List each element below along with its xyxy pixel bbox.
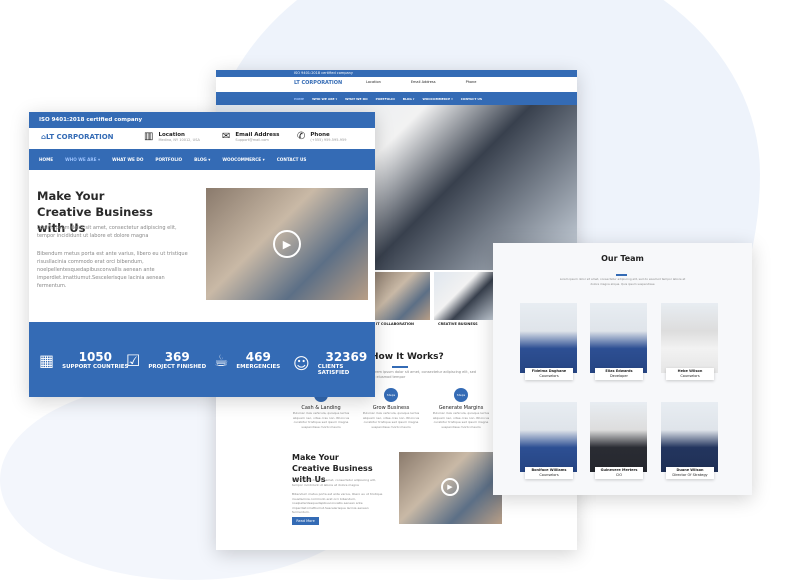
nav-who-we-are[interactable]: WHO WE ARE ▾ (65, 157, 100, 162)
stat-label: PROJECT FINISHED (148, 364, 207, 370)
divider (616, 274, 627, 276)
team-text: Lorem ipsum dolor sit amet, consectetur … (559, 277, 686, 286)
nav-who-we-are[interactable]: WHO WE ARE ▾ (312, 97, 337, 101)
stat-number: 1050 (78, 350, 112, 364)
stat-label: CLIENTS SATISFIED (317, 364, 350, 376)
video-thumbnail[interactable]: ▶ (399, 452, 502, 524)
phone-label: Phone (465, 80, 477, 84)
stats-bar: ▦ 1050 SUPPORT COUNTRIES ☑ 369 PROJECT FINIS… (29, 322, 375, 397)
envelope-icon: ✉ (222, 131, 231, 142)
team-section: Our Team Lorem ipsum dolor sit amet, con… (493, 243, 752, 495)
coffee-icon: ☕ (214, 350, 229, 370)
section-text: Bibendum metus porta est ante varius, li… (292, 492, 383, 514)
phone-value: (+555) 959-595-959 (310, 137, 347, 142)
stat-number: 32369 (325, 350, 368, 364)
member-photo (661, 303, 718, 373)
card-title: CREATIVE BUSINESS (438, 322, 478, 326)
step-badge: Steps (384, 388, 398, 402)
top-bar: ISO 9401:2018 certified company (216, 70, 577, 77)
video-thumbnail[interactable]: ▶ (206, 188, 368, 300)
stat-label: EMERGENCIES (236, 364, 281, 370)
nav-contact[interactable]: CONTACT US (461, 97, 482, 101)
member-photo (590, 303, 647, 373)
stat-number: 369 (164, 350, 190, 364)
nav-woocommerce[interactable]: WOOCOMMERCE ▾ (422, 97, 452, 101)
nav-home[interactable]: HOME (39, 157, 53, 162)
member-role: Developer (609, 374, 628, 378)
team-member[interactable]: Guinevere Merters CIO (590, 402, 647, 479)
team-member[interactable]: Boniface Williams Counselors (520, 402, 577, 479)
nav-bar: HOME WHO WE ARE ▾ WHAT WE DO PORTFOLIO B… (216, 92, 577, 105)
play-icon[interactable]: ▶ (273, 230, 301, 258)
calendar-icon: ▦ (39, 350, 55, 370)
stat-item: ☕ 469 EMERGENCIES (214, 350, 280, 370)
team-title: Our Team (601, 254, 644, 263)
stat-label: SUPPORT COUNTRIES (62, 364, 129, 370)
stat-item: ☑ 369 PROJECT FINISHED (126, 350, 206, 370)
step-text: Pulvinar duis vehicula, quisque lectus a… (432, 411, 490, 429)
member-photo (661, 402, 718, 472)
hero-text: Lorem ipsum dolor sit amet, consectetur … (37, 225, 177, 239)
team-member[interactable]: Elias Edwards Developer (590, 303, 647, 380)
nav-home[interactable]: HOME (294, 97, 304, 101)
step-text: Pulvinar duis vehicula, quisque lectus a… (362, 411, 420, 429)
nav-blog[interactable]: BLOG ▾ (403, 97, 415, 101)
member-role: Director Of Strategy (672, 473, 708, 477)
member-role: Counselors (539, 374, 559, 378)
step-badge: Steps (454, 388, 468, 402)
nav-what-we-do[interactable]: WHAT WE DO (112, 157, 143, 162)
hero-text: Bibendum metus porta est ante varius, li… (37, 251, 188, 289)
top-bar: ISO 9401:2018 certified company (29, 112, 375, 128)
header-email: ✉ Email Address Support@mail.com (222, 131, 279, 142)
card-image (372, 272, 430, 320)
section-text: Lorem ipsum dolor sit amet, consectetur … (292, 478, 376, 487)
how-text: Lorem ipsum dolor sit amet, consectetur … (371, 370, 476, 379)
stat-item: ☺ 32369 CLIENTS SATISFIED (293, 350, 375, 376)
logo[interactable]: ⌂LT CORPORATION (41, 133, 114, 141)
play-icon[interactable]: ▶ (441, 478, 459, 496)
nav-portfolio[interactable]: PORTFOLIO (155, 157, 182, 162)
location-label: Location (366, 80, 381, 84)
member-role: Counselors (680, 374, 700, 378)
stat-item: ▦ 1050 SUPPORT COUNTRIES (39, 350, 128, 370)
phone-icon: ✆ (297, 131, 306, 142)
member-role: Counselors (539, 473, 559, 477)
step: Steps Generate Margins Pulvinar duis vehic… (431, 388, 491, 429)
email-label: Email Address (235, 131, 280, 138)
site-preview-front: ISO 9401:2018 certified company ⌂LT CORP… (29, 112, 375, 397)
logo-text: LT CORPORATION (46, 133, 114, 141)
map-icon: ▥ (144, 131, 154, 142)
nav-what-we-do[interactable]: WHAT WE DO (345, 97, 367, 101)
stat-number: 469 (245, 350, 271, 364)
smile-icon: ☺ (293, 353, 310, 373)
card-image (434, 272, 496, 320)
member-role: CIO (615, 473, 623, 477)
logo: LT CORPORATION (294, 80, 343, 86)
member-photo (520, 402, 577, 472)
step-text: Pulvinar duis vehicula, quisque lectus a… (292, 411, 350, 429)
email-value: Support@mail.com (235, 137, 269, 142)
read-more-button[interactable]: Read More (292, 517, 319, 525)
nav-woocommerce[interactable]: WOOCOMMERCE ▾ (222, 157, 264, 162)
how-title: How It Works? (371, 352, 444, 362)
nav-bar: HOME WHO WE ARE ▾ WHAT WE DO PORTFOLIO B… (29, 149, 375, 170)
member-photo (590, 402, 647, 472)
member-photo (520, 303, 577, 373)
header-phone: ✆ Phone (+555) 959-595-959 (297, 131, 346, 142)
header-location: ▥ Location Medina, NY 10012, USA (144, 131, 200, 142)
team-member[interactable]: Duane Wilson Director Of Strategy (661, 402, 718, 479)
location-value: Medina, NY 10012, USA (158, 137, 200, 142)
divider (392, 366, 408, 368)
header-info: Location Email Address Phone (366, 80, 476, 84)
nav-contact[interactable]: CONTACT US (277, 157, 307, 162)
nav-blog[interactable]: BLOG ▾ (194, 157, 210, 162)
nav-portfolio[interactable]: PORTFOLIO (376, 97, 395, 101)
calendar-check-icon: ☑ (126, 350, 141, 370)
team-member[interactable]: Hebe Wilson Counselors (661, 303, 718, 380)
email-label: Email Address (410, 80, 436, 84)
team-member[interactable]: Fidelma Daghane Counselors (520, 303, 577, 380)
card-title: IT COLLABORATION (376, 322, 414, 326)
